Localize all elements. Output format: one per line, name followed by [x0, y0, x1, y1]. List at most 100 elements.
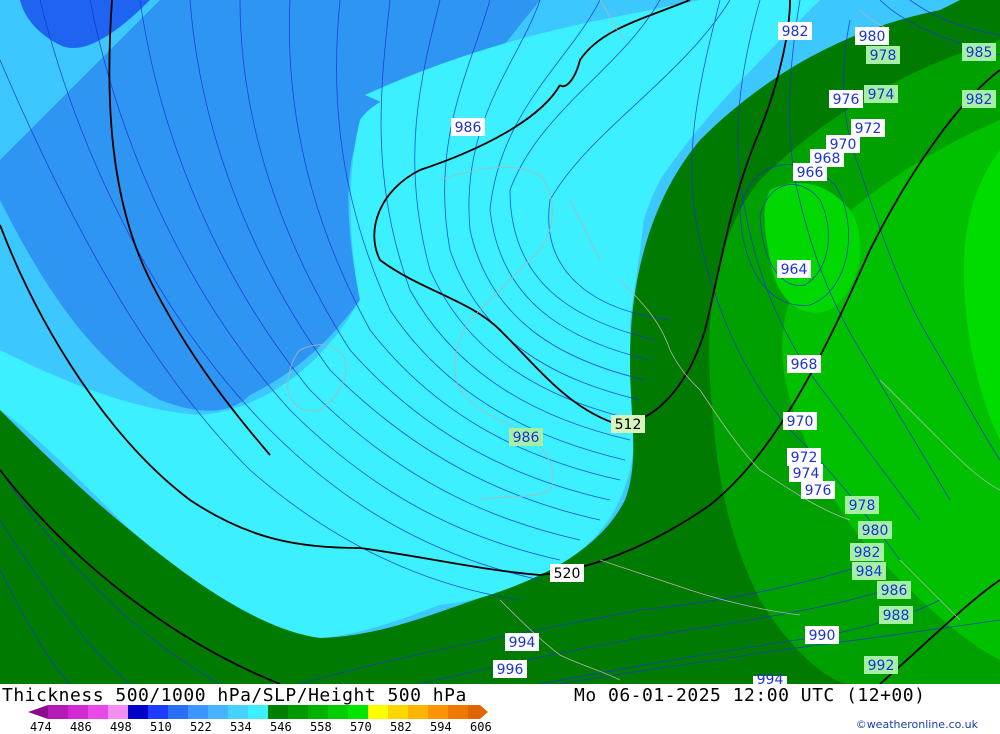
- slp-label: 996: [493, 660, 527, 678]
- svg-text:978: 978: [849, 498, 876, 514]
- svg-text:512: 512: [615, 417, 642, 433]
- slp-label: 980: [858, 521, 892, 539]
- color-swatch: [148, 705, 168, 719]
- map-title: Thickness 500/1000 hPa/SLP/Height 500 hP…: [2, 685, 467, 706]
- slp-label: 978: [866, 46, 900, 64]
- color-swatch: [248, 705, 268, 719]
- svg-text:520: 520: [554, 566, 581, 582]
- color-swatch: [228, 705, 248, 719]
- slp-label: 974: [789, 464, 823, 482]
- color-swatch: [268, 705, 288, 719]
- slp-label: 978: [845, 496, 879, 514]
- color-scale-tick: 606: [470, 720, 492, 734]
- color-swatch: [168, 705, 188, 719]
- height-label: 520: [550, 564, 584, 582]
- slp-label: 986: [451, 118, 485, 136]
- slp-label: 984: [852, 562, 886, 580]
- svg-text:970: 970: [787, 414, 814, 430]
- svg-text:964: 964: [781, 262, 808, 278]
- svg-text:986: 986: [455, 120, 482, 136]
- color-scale: [28, 705, 488, 719]
- color-swatch: [468, 705, 488, 719]
- slp-label: 992: [864, 656, 898, 674]
- svg-text:966: 966: [797, 165, 824, 181]
- svg-text:982: 982: [854, 545, 881, 561]
- slp-label: 970: [783, 412, 817, 430]
- slp-label: 990: [805, 626, 839, 644]
- color-scale-tick: 546: [270, 720, 292, 734]
- weather-map: 982 980 986 976 972 970 968 966 964 968 …: [0, 0, 1000, 684]
- svg-text:986: 986: [881, 583, 908, 599]
- color-swatch: [128, 705, 148, 719]
- color-swatch: [288, 705, 308, 719]
- slp-label: 974: [864, 85, 898, 103]
- slp-label: 976: [829, 90, 863, 108]
- color-swatch: [428, 705, 448, 719]
- svg-text:996: 996: [497, 662, 524, 678]
- svg-text:974: 974: [868, 87, 895, 103]
- slp-label: 966: [793, 163, 827, 181]
- slp-label: 994: [753, 672, 787, 684]
- color-scale-tick: 570: [350, 720, 372, 734]
- color-swatch: [28, 705, 48, 719]
- color-swatch: [328, 705, 348, 719]
- svg-text:972: 972: [791, 450, 818, 466]
- color-swatch: [368, 705, 388, 719]
- svg-text:980: 980: [862, 523, 889, 539]
- color-swatch: [188, 705, 208, 719]
- slp-label: 985: [962, 43, 996, 61]
- color-swatch: [408, 705, 428, 719]
- color-scale-tick: 474: [30, 720, 52, 734]
- color-scale-tick: 522: [190, 720, 212, 734]
- svg-text:994: 994: [757, 672, 784, 684]
- color-swatch: [388, 705, 408, 719]
- map-datetime: Mo 06-01-2025 12:00 UTC (12+00): [574, 685, 926, 706]
- slp-label: 994: [505, 633, 539, 651]
- color-swatch: [68, 705, 88, 719]
- color-scale-tick: 510: [150, 720, 172, 734]
- color-swatch: [48, 705, 68, 719]
- svg-text:992: 992: [868, 658, 895, 674]
- svg-text:988: 988: [883, 608, 910, 624]
- slp-label: 982: [778, 22, 812, 40]
- slp-label: 972: [787, 448, 821, 466]
- svg-text:976: 976: [805, 483, 832, 499]
- slp-label: 982: [962, 90, 996, 108]
- color-scale-tick: 486: [70, 720, 92, 734]
- slp-label: 986: [509, 428, 543, 446]
- slp-label: 980: [855, 27, 889, 45]
- slp-label: 976: [801, 481, 835, 499]
- color-swatch: [88, 705, 108, 719]
- svg-text:978: 978: [870, 48, 897, 64]
- color-scale-tick: 534: [230, 720, 252, 734]
- color-swatch: [448, 705, 468, 719]
- height-label: 512: [611, 415, 645, 433]
- svg-text:976: 976: [833, 92, 860, 108]
- slp-label: 968: [787, 355, 821, 373]
- svg-text:986: 986: [513, 430, 540, 446]
- svg-text:974: 974: [793, 466, 820, 482]
- svg-text:994: 994: [509, 635, 536, 651]
- color-scale-tick: 498: [110, 720, 132, 734]
- svg-text:984: 984: [856, 564, 883, 580]
- svg-text:985: 985: [966, 45, 993, 61]
- slp-label: 988: [879, 606, 913, 624]
- credit-link[interactable]: ©weatheronline.co.uk: [856, 718, 978, 731]
- color-swatch: [308, 705, 328, 719]
- svg-text:982: 982: [966, 92, 993, 108]
- color-scale-tick: 594: [430, 720, 452, 734]
- svg-text:982: 982: [782, 24, 809, 40]
- color-swatch: [348, 705, 368, 719]
- svg-text:990: 990: [809, 628, 836, 644]
- color-scale-tick: 582: [390, 720, 412, 734]
- slp-label: 972: [851, 119, 885, 137]
- svg-text:980: 980: [859, 29, 886, 45]
- slp-label: 986: [877, 581, 911, 599]
- color-swatch: [108, 705, 128, 719]
- slp-label: 964: [777, 260, 811, 278]
- slp-label: 982: [850, 543, 884, 561]
- svg-text:968: 968: [791, 357, 818, 373]
- color-swatch: [208, 705, 228, 719]
- legend-bar: Thickness 500/1000 hPa/SLP/Height 500 hP…: [0, 684, 1000, 734]
- color-scale-tick: 558: [310, 720, 332, 734]
